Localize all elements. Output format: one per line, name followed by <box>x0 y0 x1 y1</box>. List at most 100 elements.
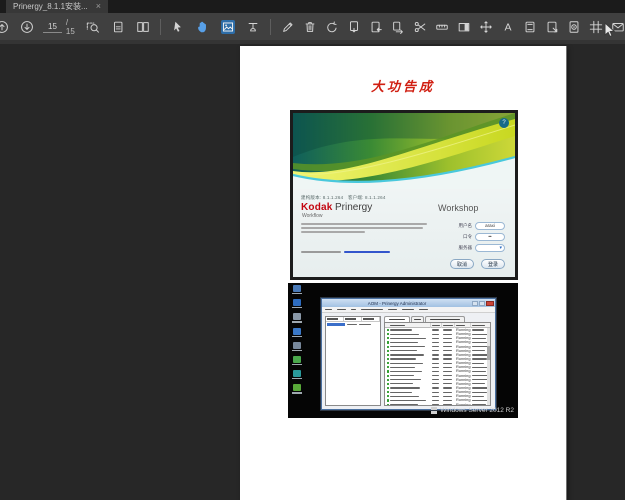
desktop-icon <box>291 355 303 366</box>
username-label: 用户名 <box>458 222 473 228</box>
replace-page-icon[interactable] <box>391 20 405 34</box>
status-dot <box>386 395 389 398</box>
status-dot <box>386 378 389 381</box>
pdf-page: 大功告成 ? 建构版本: 8.1.1.264 客户端: 8.1.1.264 Ko… <box>240 46 566 500</box>
page-thumbnails-icon[interactable] <box>111 20 125 34</box>
workshop-label: Workshop <box>438 203 479 213</box>
password-row: 口令 •• <box>463 232 505 241</box>
password-label: 口令 <box>463 233 472 239</box>
desktop-icon <box>291 299 303 309</box>
crop-ruler-icon[interactable] <box>435 20 449 34</box>
desktop-icon <box>291 370 303 380</box>
status-dot <box>386 382 389 385</box>
process-table: Running Running Running Running Running Runni… <box>384 322 491 406</box>
windows-logo-icon <box>430 407 438 414</box>
page-down-icon[interactable] <box>20 20 34 34</box>
desktop-icon <box>291 313 303 323</box>
delete-page-icon[interactable] <box>303 20 317 34</box>
scrollbar <box>487 328 490 405</box>
status-dot <box>386 337 389 340</box>
prinergy-login-screenshot: ? 建构版本: 8.1.1.264 客户端: 8.1.1.264 Kodak P… <box>290 110 518 280</box>
redact-page-icon[interactable] <box>567 20 581 34</box>
selected-tree-row <box>327 322 345 326</box>
page-number-input[interactable]: 15 <box>43 21 62 33</box>
tab-title: Prinergy_8.1.1安装... <box>13 2 88 11</box>
workflow-label: Workflow <box>302 213 323 219</box>
copyright-text <box>301 223 431 236</box>
toolbar-divider <box>160 18 162 35</box>
rotate-page-icon[interactable] <box>325 20 339 34</box>
desktop-icons <box>291 285 303 394</box>
status-dot <box>386 399 389 402</box>
server-tree-panel <box>325 316 381 406</box>
hand-tool-icon[interactable] <box>196 20 210 34</box>
document-viewer[interactable]: 大功告成 ? 建构版本: 8.1.1.264 客户端: 8.1.1.264 Ko… <box>0 44 625 500</box>
windows-version-text: Windows Server 2012 R2 <box>440 407 514 414</box>
marquee-zoom-icon[interactable] <box>86 20 100 34</box>
crop-grid-icon[interactable] <box>589 20 603 34</box>
maximize-icon <box>479 300 485 306</box>
main-toolbar: 15 / 15 A <box>0 13 625 40</box>
login-button: 登录 <box>481 259 505 269</box>
windows-desktop-screenshot: AOM - Prinergy Administrator Running Run… <box>288 283 518 418</box>
status-dot <box>386 366 389 369</box>
windows-watermark: Windows Server 2012 R2 <box>430 407 514 414</box>
desktop-icon <box>291 341 303 351</box>
window-titlebar: AOM - Prinergy Administrator <box>322 299 495 307</box>
watermark-icon[interactable] <box>545 20 559 34</box>
status-dot <box>386 345 389 348</box>
help-icon: ? <box>499 118 509 128</box>
username-row: 用户名 araxi <box>458 221 505 230</box>
prinergy-wordmark: Prinergy <box>335 202 373 213</box>
kodak-logo: Kodak <box>301 202 333 213</box>
two-page-view-icon[interactable] <box>136 20 150 34</box>
extract-page-icon[interactable] <box>347 20 361 34</box>
status-dot <box>386 328 389 332</box>
version-line: 建构版本: 8.1.1.264 客户端: 8.1.1.264 <box>301 195 386 200</box>
select-tool-icon[interactable] <box>171 20 185 34</box>
server-label: 服务器 <box>458 244 473 250</box>
snapshot-tool-icon[interactable] <box>221 19 236 34</box>
dialog-buttons: 取消 登录 <box>450 259 505 269</box>
header-footer-icon[interactable] <box>523 20 537 34</box>
svg-text:A: A <box>504 21 511 33</box>
minimize-icon <box>472 300 478 306</box>
server-row: 服务器 ▾ <box>458 243 505 252</box>
close-icon <box>486 300 494 306</box>
license-link-row <box>301 251 390 253</box>
toolbar-divider <box>270 18 271 35</box>
status-dot <box>386 370 389 373</box>
status-dot <box>386 357 389 361</box>
window-menubar <box>322 307 495 313</box>
move-tool-icon[interactable] <box>479 20 493 34</box>
tab-close-icon[interactable]: × <box>96 2 101 11</box>
status-dot <box>386 349 389 352</box>
status-dot <box>386 341 389 344</box>
split-document-icon[interactable] <box>413 20 427 34</box>
server-dropdown: ▾ <box>475 243 505 252</box>
add-text-icon[interactable]: A <box>501 20 515 34</box>
tool-dropdown-icon[interactable] <box>246 20 260 34</box>
tab-bar: Prinergy_8.1.1安装... × <box>0 0 625 13</box>
acrobat-window: Prinergy_8.1.1安装... × 15 / 15 A 大功告成 ? 建… <box>0 0 625 500</box>
process-status: Running <box>456 401 471 406</box>
status-dot <box>386 386 389 390</box>
window-controls <box>472 300 494 306</box>
chevron-down-icon: ▾ <box>499 244 502 251</box>
edit-page-icon[interactable] <box>281 20 295 34</box>
desktop-icon <box>291 285 303 295</box>
mouse-cursor <box>604 22 616 38</box>
doc-heading: 大功告成 <box>370 79 435 94</box>
license-link <box>344 251 390 253</box>
document-tab[interactable]: Prinergy_8.1.1安装... × <box>6 0 108 13</box>
status-dot <box>386 362 389 365</box>
window-title: AOM - Prinergy Administrator <box>367 300 427 306</box>
banner-artwork <box>293 113 515 189</box>
insert-page-icon[interactable] <box>369 20 383 34</box>
desktop-icon <box>291 327 303 337</box>
artbox-icon[interactable] <box>457 20 471 34</box>
status-dot <box>386 374 389 377</box>
desktop-icon <box>291 384 303 394</box>
page-up-icon[interactable] <box>0 20 9 34</box>
status-dot <box>386 353 389 356</box>
